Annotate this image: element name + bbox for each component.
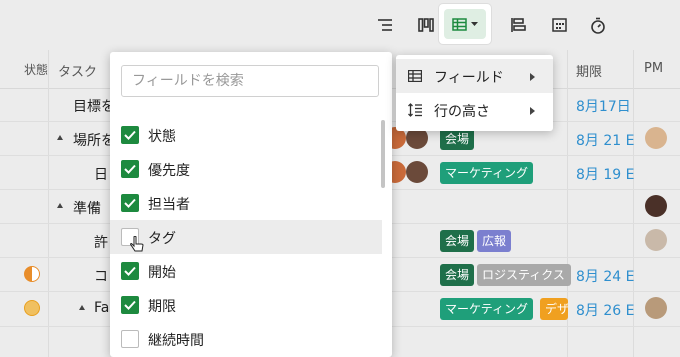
task-name: Fa: [94, 300, 110, 316]
status-progress-icon[interactable]: [24, 300, 40, 316]
due-date[interactable]: 8月 26 E: [576, 300, 634, 320]
checkbox-checked[interactable]: [121, 194, 139, 212]
task-name: コ: [94, 269, 108, 285]
pm-avatar: [645, 297, 667, 319]
table-view-icon: [452, 17, 467, 31]
checkbox-checked[interactable]: [121, 160, 139, 178]
collapse-triangle-icon[interactable]: [57, 135, 63, 140]
task-name: 目標を: [73, 99, 115, 115]
due-date[interactable]: 8月17日: [576, 96, 631, 116]
field-item-priority[interactable]: 優先度: [110, 152, 382, 186]
field-label: 継続時間: [148, 333, 204, 349]
pm-avatar: [645, 229, 667, 251]
tag-marketing: マーケティング: [440, 162, 534, 184]
task-name: 許: [94, 235, 108, 251]
chevron-right-icon: [530, 73, 535, 81]
gantt-icon[interactable]: [503, 10, 533, 40]
column-due[interactable]: 期限: [576, 61, 602, 80]
field-item-status[interactable]: 状態: [110, 118, 382, 152]
checkbox-unchecked[interactable]: [121, 330, 139, 348]
field-label: 状態: [148, 129, 176, 145]
field-label: 優先度: [148, 163, 190, 179]
table-view-button[interactable]: [439, 4, 491, 44]
pm-avatar: [645, 127, 667, 149]
checkbox-checked[interactable]: [121, 262, 139, 280]
tag-venue: 会場: [440, 128, 475, 150]
column-pm[interactable]: PM: [644, 61, 663, 76]
field-item-duration[interactable]: 継続時間: [110, 322, 382, 356]
tag-design: デザ: [540, 298, 568, 320]
checkbox-checked[interactable]: [121, 126, 139, 144]
row-height-icon: [408, 103, 422, 117]
menu-item-label: 行の高さ: [434, 104, 490, 120]
field-label: 担当者: [148, 197, 190, 213]
tag-venue: 会場: [440, 264, 475, 286]
collapse-triangle-icon[interactable]: [57, 203, 63, 208]
column-status[interactable]: 状態: [24, 61, 48, 78]
pm-avatar: [645, 195, 667, 217]
scrollbar-thumb[interactable]: [381, 120, 385, 188]
board-icon[interactable]: [411, 10, 441, 40]
field-item-start[interactable]: 開始: [110, 254, 382, 288]
menu-item-label: フィールド: [434, 70, 504, 86]
table-icon: [408, 70, 422, 82]
field-label: タグ: [148, 231, 176, 247]
due-date[interactable]: 8月 24 E: [576, 266, 634, 286]
tag-pr: 広報: [477, 230, 512, 252]
field-search-input[interactable]: フィールドを検索: [121, 65, 379, 97]
task-name: 場所を: [73, 133, 115, 149]
task-name: 日: [94, 167, 108, 183]
field-item-tag[interactable]: タグ: [110, 220, 382, 254]
hand-cursor-icon: [130, 236, 144, 252]
list-indent-icon[interactable]: [370, 10, 400, 40]
chevron-right-icon: [530, 107, 535, 115]
tag-venue: 会場: [440, 230, 475, 252]
field-item-assignee[interactable]: 担当者: [110, 186, 382, 220]
collapse-triangle-icon[interactable]: [79, 305, 85, 310]
calendar-icon[interactable]: [544, 10, 574, 40]
checkbox-checked[interactable]: [121, 296, 139, 314]
column-task[interactable]: タスク: [58, 61, 97, 80]
tag-marketing: マーケティング: [440, 298, 534, 320]
field-label: 開始: [148, 265, 176, 281]
tag-logistics: ロジスティクス: [477, 264, 571, 286]
field-item-due[interactable]: 期限: [110, 288, 382, 322]
avatar: [406, 161, 428, 183]
menu-item-row-height[interactable]: 行の高さ: [396, 93, 553, 127]
caret-down-icon: [471, 22, 478, 26]
stopwatch-icon[interactable]: [583, 10, 613, 40]
field-menu: フィールドを検索 状態 優先度 担当者 タグ 開始 期限 継続時間: [110, 52, 392, 357]
due-date[interactable]: 8月 21 E: [576, 130, 634, 150]
field-label: 期限: [148, 299, 176, 315]
status-half-icon[interactable]: [24, 266, 40, 282]
due-date[interactable]: 8月 19 E: [576, 164, 634, 184]
menu-item-fields[interactable]: フィールド: [396, 59, 553, 93]
table-options-menu: フィールド 行の高さ: [396, 55, 553, 131]
task-name: 準備: [73, 201, 101, 217]
